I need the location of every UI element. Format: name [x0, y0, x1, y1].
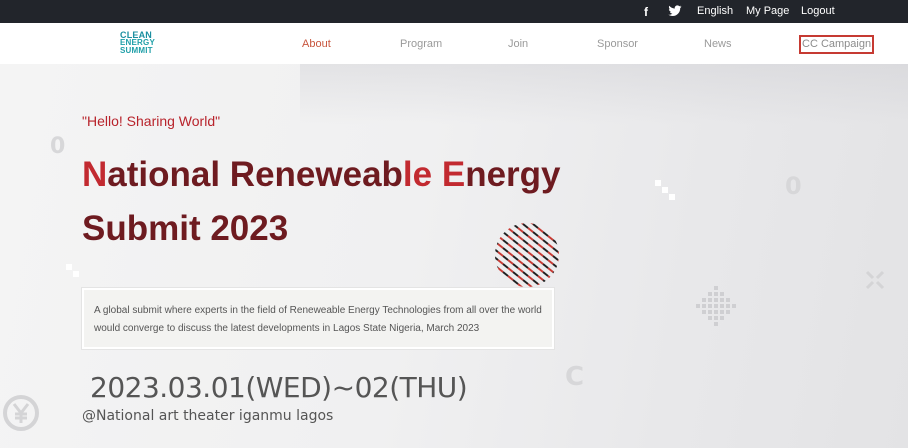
hero-tagline: "Hello! Sharing World" [82, 113, 221, 129]
title-segment: ational Reneweab [107, 155, 403, 194]
clean-energy-summit-logo[interactable]: CLEAN ENERGY SUMMIT [120, 31, 160, 55]
event-venue: @National art theater iganmu lagos [82, 408, 334, 424]
title-segment-nergy: nergy [465, 155, 561, 194]
hero-section: 0 0 C "Hello! Sharing World" National Re… [0, 64, 908, 448]
twitter-icon[interactable] [668, 5, 682, 17]
hero-description: A global submit where experts in the fie… [94, 305, 542, 334]
logo-line-3: SUMMIT [120, 46, 153, 55]
event-date: 2023.03.01(WED)~02(THU) [90, 371, 468, 404]
title-letter-n: N [82, 155, 108, 194]
description-box: A global submit where experts in the fie… [82, 288, 554, 349]
deco-square [73, 271, 79, 277]
deco-x-icon [865, 270, 885, 290]
my-page-link[interactable]: My Page [746, 5, 789, 17]
language-link[interactable]: English [697, 5, 733, 17]
deco-zero-icon: 0 [785, 172, 802, 200]
top-bar: f English My Page Logout [0, 0, 908, 23]
title-segment-le: le [402, 155, 442, 194]
nav-program[interactable]: Program [400, 38, 442, 50]
deco-square [66, 264, 72, 270]
facebook-icon[interactable]: f [644, 5, 648, 19]
logout-link[interactable]: Logout [801, 5, 835, 17]
deco-square [655, 180, 661, 186]
nav-news[interactable]: News [704, 38, 732, 50]
hero-title: National Reneweable Energy Submit 2023 [82, 148, 561, 256]
title-line-2: Submit 2023 [82, 209, 289, 248]
deco-diamond-dots [696, 286, 736, 326]
nav-cc-campaign[interactable]: CC Campaign [799, 35, 875, 54]
main-nav: CLEAN ENERGY SUMMIT About Program Join S… [0, 23, 908, 64]
deco-yen-icon [3, 395, 39, 431]
hero-background-shade [300, 64, 908, 124]
nav-about[interactable]: About [302, 38, 331, 50]
deco-c-icon: C [565, 362, 585, 392]
deco-square [662, 187, 668, 193]
nav-join[interactable]: Join [508, 38, 528, 50]
deco-zero-icon: 0 [50, 134, 66, 159]
title-letter-e: E [441, 155, 466, 194]
deco-square [669, 194, 675, 200]
nav-sponsor[interactable]: Sponsor [597, 38, 638, 50]
